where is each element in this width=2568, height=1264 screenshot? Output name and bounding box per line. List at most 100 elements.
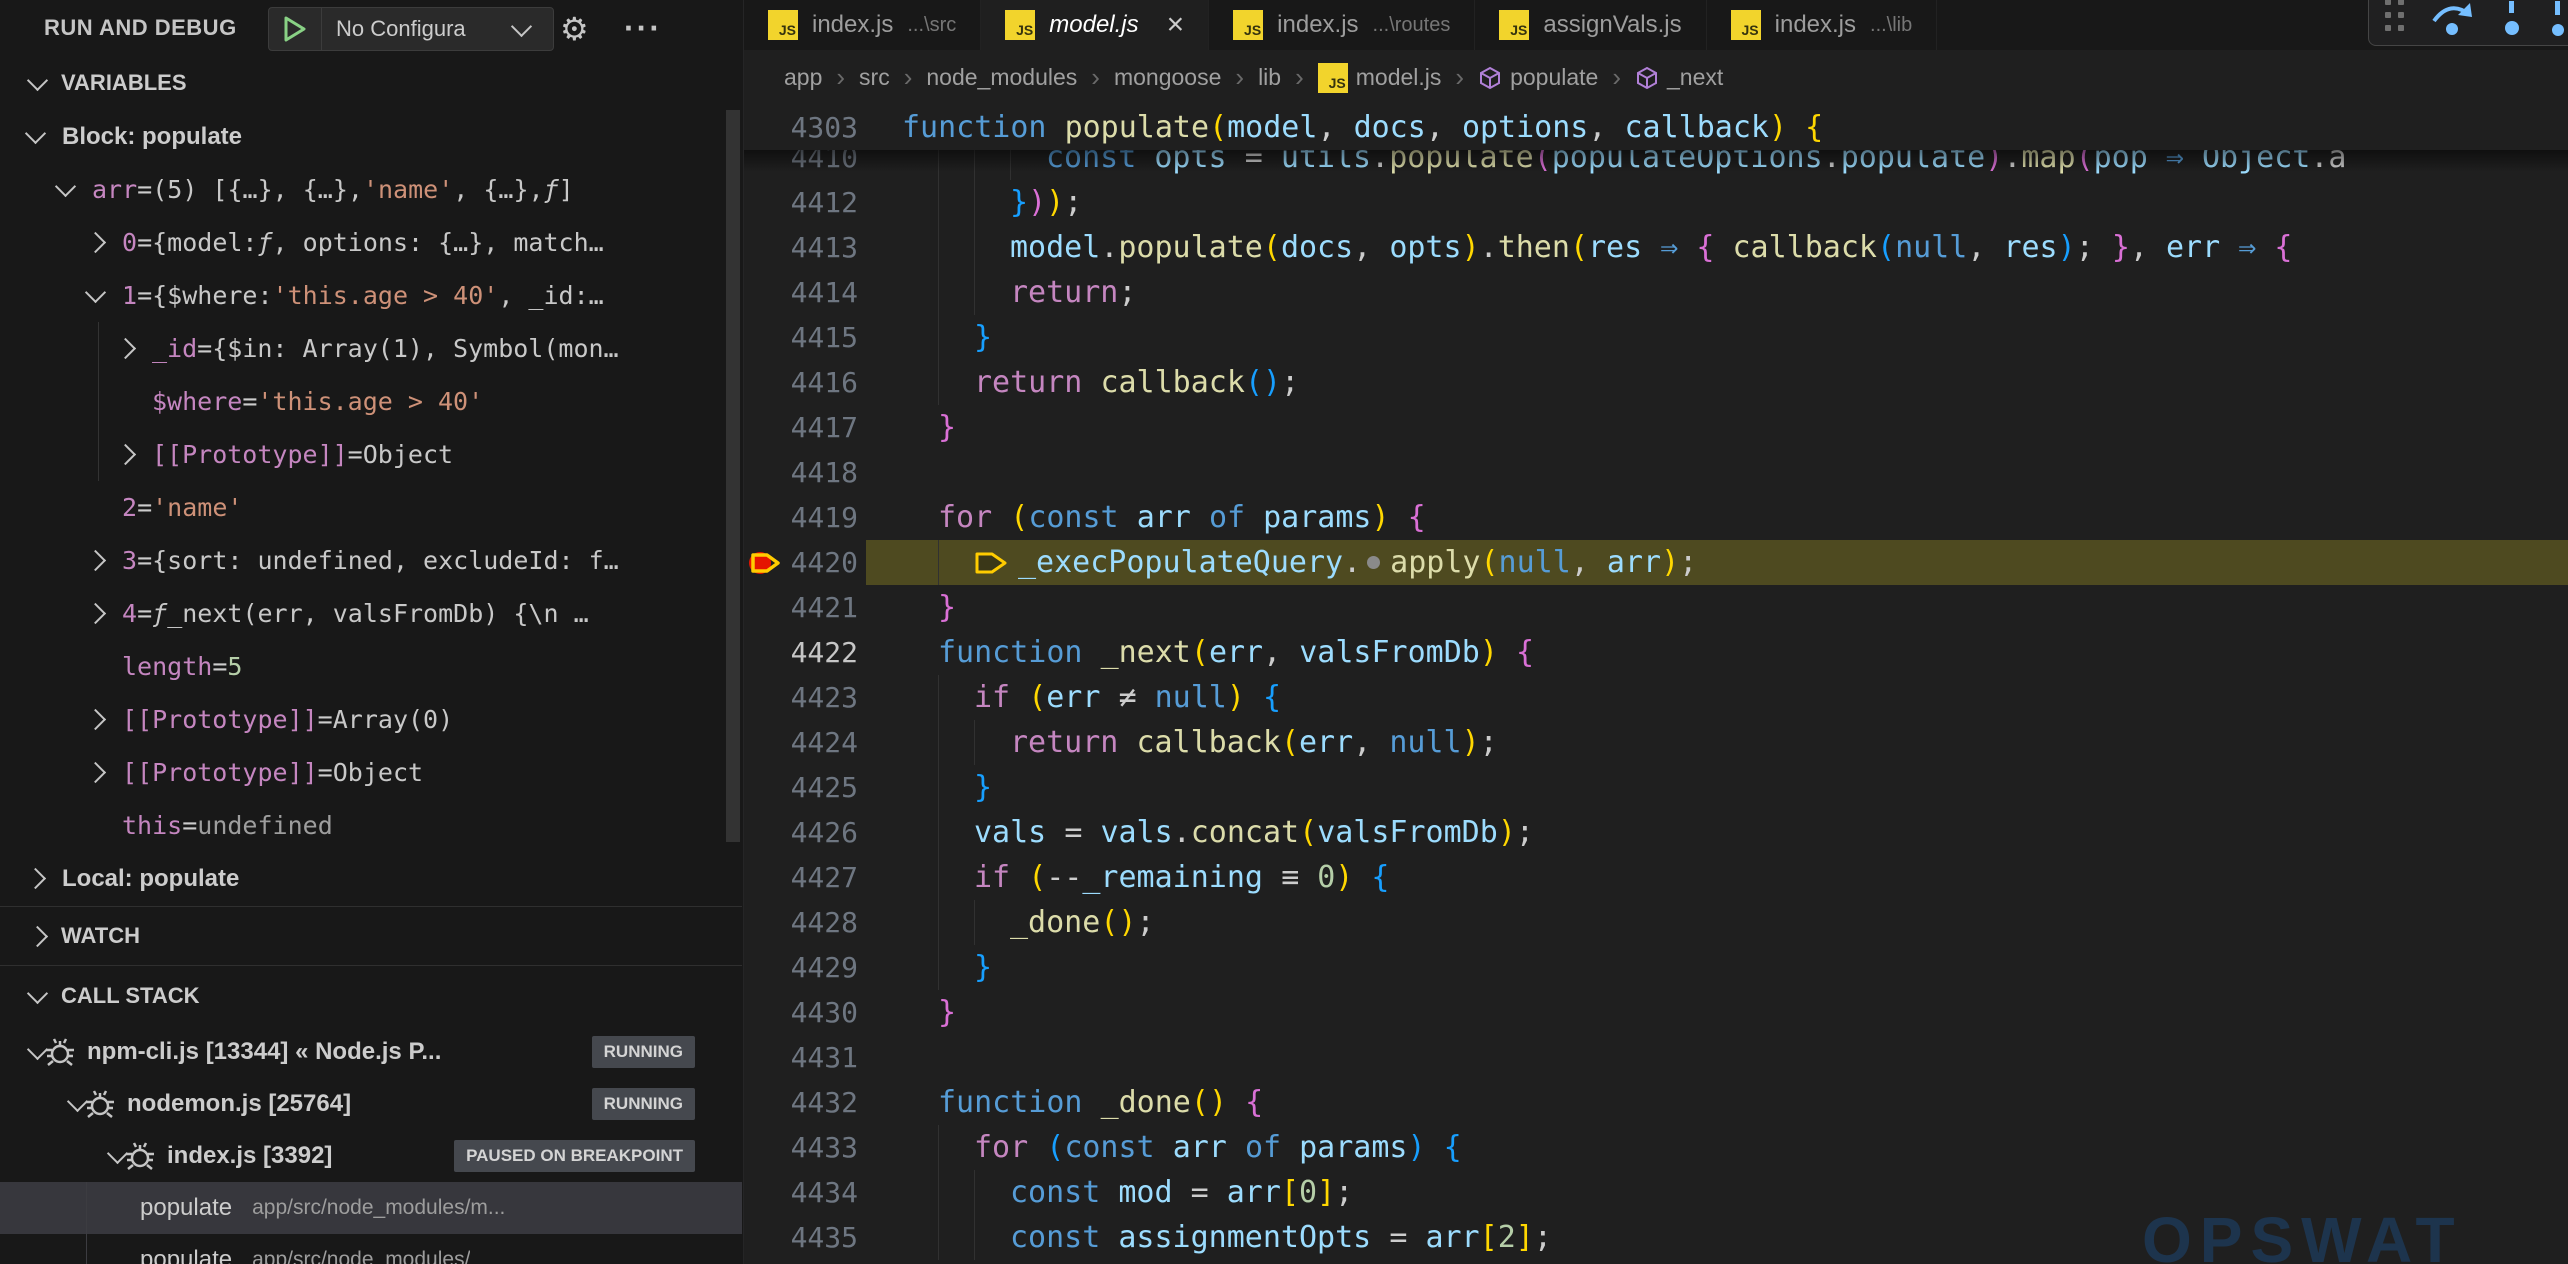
glyph-margin[interactable]	[744, 585, 790, 630]
breadcrumb-item-_next[interactable]: _next	[1635, 64, 1723, 91]
breadcrumb-item-modeljs[interactable]: JSmodel.js	[1318, 63, 1442, 93]
variable-name: $where	[152, 387, 242, 416]
glyph-margin[interactable]	[744, 945, 790, 990]
glyph-margin[interactable]	[744, 855, 790, 900]
callstack-session-row-0[interactable]: npm-cli.js [13344] « Node.js P...RUNNING	[0, 1026, 742, 1078]
variable-row[interactable]: 4 = ƒ _next(err, valsFromDb) {\n …	[0, 587, 742, 640]
code-line-4423[interactable]: 4423if (err ≠ null) {	[744, 675, 2568, 720]
code-line-4432[interactable]: 4432function _done() {	[744, 1080, 2568, 1125]
debug-config-dropdown[interactable]: No Configura	[268, 7, 554, 51]
tab-assignValsjs-3[interactable]: JSassignVals.js	[1475, 0, 1706, 50]
glyph-margin[interactable]	[744, 180, 790, 225]
variable-row[interactable]: [[Prototype]] = Array(0)	[0, 693, 742, 746]
callstack-section-header[interactable]: CALL STACK	[0, 965, 742, 1026]
code-line-4428[interactable]: 4428_done();	[744, 900, 2568, 945]
tab-indexjs-4[interactable]: JSindex.js...\lib	[1707, 0, 1938, 50]
breadcrumb-item-app[interactable]: app	[784, 64, 822, 91]
code-line-4422[interactable]: 4422function _next(err, valsFromDb) {	[744, 630, 2568, 675]
breadcrumb-item-populate[interactable]: populate	[1478, 64, 1598, 91]
code-line-4417[interactable]: 4417}	[744, 405, 2568, 450]
breadcrumb-item-mongoose[interactable]: mongoose	[1114, 64, 1221, 91]
code-line-4416[interactable]: 4416return callback();	[744, 360, 2568, 405]
callstack-frame-row-0[interactable]: populateapp/src/node_modules/m...	[0, 1182, 742, 1234]
glyph-margin[interactable]	[744, 1035, 790, 1080]
breakpoint-paused-icon[interactable]	[744, 540, 790, 585]
code-line-4420[interactable]: 4420_execPopulateQuery.apply(null, arr);	[744, 540, 2568, 585]
glyph-margin[interactable]	[744, 105, 790, 150]
code-line-4427[interactable]: 4427if (--_remaining ≡ 0) {	[744, 855, 2568, 900]
code-line-4426[interactable]: 4426vals = vals.concat(valsFromDb);	[744, 810, 2568, 855]
glyph-margin[interactable]	[744, 270, 790, 315]
step-out-icon[interactable]	[2548, 1, 2568, 37]
variable-row[interactable]: this = undefined	[0, 799, 742, 852]
variables-section-header[interactable]: VARIABLES	[0, 56, 742, 110]
start-debug-button[interactable]	[269, 8, 322, 50]
breadcrumb-item-src[interactable]: src	[859, 64, 890, 91]
code-editor[interactable]: 4410const opts = utils.populate(populate…	[744, 105, 2568, 1264]
glyph-margin[interactable]	[744, 495, 790, 540]
chevron-box	[88, 712, 122, 727]
step-into-icon[interactable]	[2502, 1, 2522, 37]
variable-row[interactable]: 2 = 'name'	[0, 481, 742, 534]
callstack-session-row-1[interactable]: nodemon.js [25764]RUNNING	[0, 1078, 742, 1130]
code-line-4424[interactable]: 4424return callback(err, null);	[744, 720, 2568, 765]
breadcrumb-item-lib[interactable]: lib	[1258, 64, 1281, 91]
code-line-4303[interactable]: 4303function populate(model, docs, optio…	[744, 105, 1823, 150]
toolbar-drag-handle-icon[interactable]	[2385, 0, 2404, 31]
glyph-margin[interactable]	[744, 1080, 790, 1125]
callstack-session-row-2[interactable]: index.js [3392]PAUSED ON BREAKPOINT	[0, 1130, 742, 1182]
code-line-4412[interactable]: 4412}));	[744, 180, 2568, 225]
glyph-margin[interactable]	[744, 765, 790, 810]
tab-indexjs-0[interactable]: JSindex.js...\src	[744, 0, 981, 50]
more-actions-icon[interactable]: ···	[624, 10, 662, 47]
code-line-4433[interactable]: 4433for (const arr of params) {	[744, 1125, 2568, 1170]
code-line-4415[interactable]: 4415}	[744, 315, 2568, 360]
glyph-margin[interactable]	[744, 1215, 790, 1260]
glyph-margin[interactable]	[744, 900, 790, 945]
variable-row[interactable]: _id = {$in: Array(1), Symbol(mon…	[0, 322, 742, 375]
glyph-margin[interactable]	[744, 630, 790, 675]
code-line-4429[interactable]: 4429}	[744, 945, 2568, 990]
tab-indexjs-2[interactable]: JSindex.js...\routes	[1209, 0, 1475, 50]
code-line-4430[interactable]: 4430}	[744, 990, 2568, 1035]
code-line-4431[interactable]: 4431	[744, 1035, 2568, 1080]
glyph-margin[interactable]	[744, 720, 790, 765]
breadcrumb-item-node_modules[interactable]: node_modules	[926, 64, 1077, 91]
glyph-margin[interactable]	[744, 990, 790, 1035]
glyph-margin[interactable]	[744, 405, 790, 450]
step-over-icon[interactable]	[2430, 1, 2476, 37]
variable-row[interactable]: arr = (5) [{…}, {…}, 'name', {…}, ƒ]	[0, 163, 742, 216]
variable-row[interactable]: 3 = {sort: undefined, excludeId: f…	[0, 534, 742, 587]
glyph-margin[interactable]	[744, 810, 790, 855]
close-icon[interactable]: ×	[1167, 10, 1185, 40]
code-line-4414[interactable]: 4414return;	[744, 270, 2568, 315]
variable-scope-row[interactable]: Local: populate	[0, 852, 742, 905]
glyph-margin[interactable]	[744, 1170, 790, 1215]
glyph-margin[interactable]	[744, 675, 790, 720]
callstack-frame-row-1[interactable]: populateapp/src/node_modules/	[0, 1234, 742, 1264]
variable-row[interactable]: 1 = {$where: 'this.age > 40', _id:…	[0, 269, 742, 322]
variable-scope-row[interactable]: Block: populate	[0, 110, 742, 163]
debug-toolbar[interactable]	[2368, 0, 2568, 46]
variable-row[interactable]: 0 = {model: ƒ, options: {…}, match…	[0, 216, 742, 269]
glyph-margin[interactable]	[744, 360, 790, 405]
code-line-4425[interactable]: 4425}	[744, 765, 2568, 810]
tab-modeljs-1[interactable]: JSmodel.js×	[981, 0, 1209, 50]
inline-breakpoint-dot[interactable]	[1367, 556, 1380, 569]
settings-gear-icon[interactable]: ⚙	[560, 10, 589, 48]
sidebar-scrollbar[interactable]	[726, 110, 740, 842]
variable-row[interactable]: $where = 'this.age > 40'	[0, 375, 742, 428]
glyph-margin[interactable]	[744, 1125, 790, 1170]
glyph-margin[interactable]	[744, 315, 790, 360]
code-line-4419[interactable]: 4419for (const arr of params) {	[744, 495, 2568, 540]
variable-row[interactable]: length = 5	[0, 640, 742, 693]
code-line-4421[interactable]: 4421}	[744, 585, 2568, 630]
code-line-4413[interactable]: 4413model.populate(docs, opts).then(res …	[744, 225, 2568, 270]
variable-row[interactable]: [[Prototype]] = Object	[0, 746, 742, 799]
variable-row[interactable]: [[Prototype]] = Object	[0, 428, 742, 481]
glyph-margin[interactable]	[744, 450, 790, 495]
glyph-margin[interactable]	[744, 225, 790, 270]
watch-section-header[interactable]: WATCH	[0, 906, 742, 965]
code-line-4418[interactable]: 4418	[744, 450, 2568, 495]
sticky-scroll-line[interactable]: 4303function populate(model, docs, optio…	[744, 105, 2568, 150]
